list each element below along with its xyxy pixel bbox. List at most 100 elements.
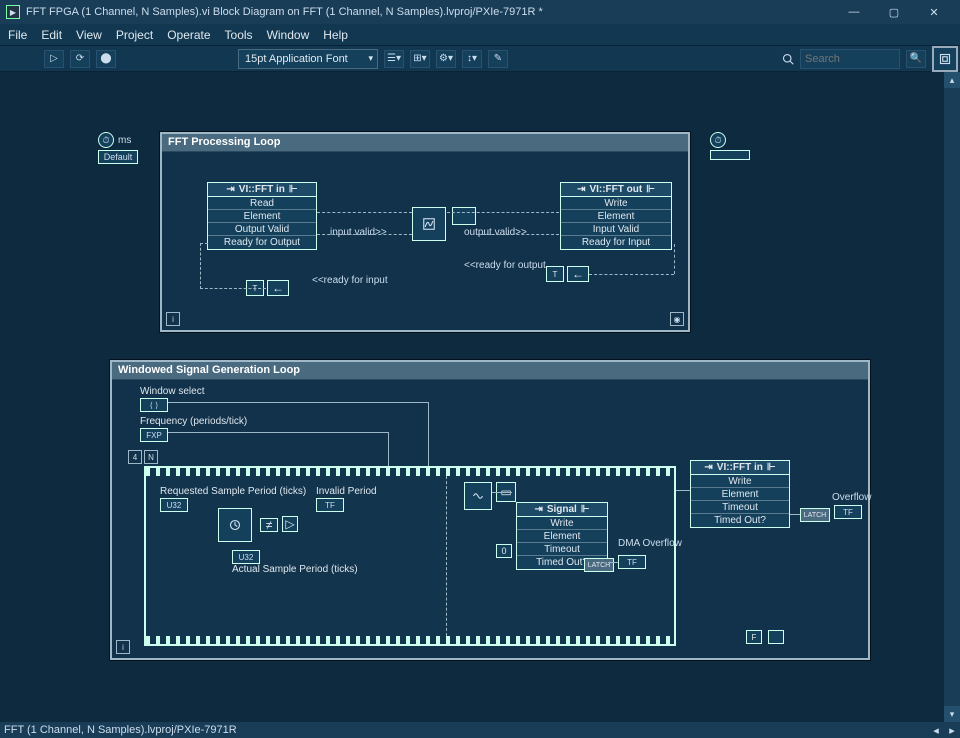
stop-terminal-box[interactable] — [768, 630, 784, 644]
search-input[interactable] — [800, 49, 900, 69]
fft-out-node[interactable]: ⇥VI::FFT out⊩ Write Element Input Valid … — [560, 182, 672, 250]
loop-iteration-terminal[interactable]: i — [166, 312, 180, 326]
loop2-title: Windowed Signal Generation Loop — [112, 362, 868, 380]
menu-operate[interactable]: Operate — [167, 28, 210, 42]
loop-condition-terminal[interactable]: ◉ — [670, 312, 684, 326]
overflow-terminal: TF — [834, 505, 862, 519]
window-select-terminal: ⟨ ⟩ — [140, 398, 168, 412]
menu-view[interactable]: View — [76, 28, 102, 42]
actual-period-indicator[interactable]: U32 Actual Sample Period (ticks) — [232, 550, 358, 575]
scroll-up-button[interactable]: ▴ — [944, 72, 960, 88]
statusbar: FFT (1 Channel, N Samples).lvproj/PXIe-7… — [0, 722, 960, 738]
fft-in-element: Element — [208, 210, 316, 223]
window-select-label: Window select — [140, 386, 204, 397]
actual-period-label: Actual Sample Period (ticks) — [232, 564, 358, 575]
abort-button[interactable]: ⬤ — [96, 50, 116, 68]
dma-overflow-terminal: TF — [618, 555, 646, 569]
fft-processing-loop[interactable]: FFT Processing Loop ⇥VI::FFT in⊩ Read El… — [160, 132, 690, 332]
frequency-label: Frequency (periods/tick) — [140, 416, 247, 427]
menu-tools[interactable]: Tools — [225, 28, 253, 42]
latch-node-2[interactable]: LATCH — [800, 508, 830, 522]
sine-node[interactable] — [464, 482, 492, 510]
fft-in-fifo-node[interactable]: ⇥VI::FFT in⊩ Write Element Timeout Timed… — [690, 460, 790, 528]
timer-icon: ⏱ — [710, 132, 726, 148]
distribute-button[interactable]: ⊞▾ — [410, 50, 430, 68]
loop-timer-node[interactable] — [218, 508, 252, 542]
fft-in-node[interactable]: ⇥VI::FFT in⊩ Read Element Output Valid R… — [207, 182, 317, 250]
scroll-down-button[interactable]: ▾ — [944, 706, 960, 722]
scroll-left-button[interactable]: ◂ — [928, 722, 944, 738]
fft-function-node[interactable] — [412, 207, 446, 241]
input-valid-label: input valid>> — [330, 227, 387, 238]
requested-period-label: Requested Sample Period (ticks) — [160, 486, 306, 497]
run-button[interactable]: ▷ — [44, 50, 64, 68]
dma-overflow-indicator[interactable]: TF — [618, 554, 646, 569]
window-select-control[interactable]: Window select ⟨ ⟩ — [140, 386, 204, 412]
windowed-signal-loop[interactable]: Windowed Signal Generation Loop Window s… — [110, 360, 870, 660]
signal-element: Element — [517, 530, 607, 543]
run-continuous-button[interactable]: ⟳ — [70, 50, 90, 68]
reorder-button[interactable]: ↕▾ — [462, 50, 482, 68]
output-valid-label: output valid>> — [464, 227, 527, 238]
frequency-terminal: FXP — [140, 428, 168, 442]
feedback-init-right[interactable]: T — [546, 266, 564, 282]
block-diagram-canvas[interactable]: ⏱ ms Default ⏱ FFT Processing Loop ⇥VI::… — [0, 72, 944, 722]
vi-icon[interactable] — [932, 46, 958, 72]
menu-file[interactable]: File — [8, 28, 27, 42]
aux-node[interactable] — [452, 207, 476, 225]
compare-node[interactable]: ≠ — [260, 518, 278, 532]
default-label-box[interactable]: Default — [98, 150, 138, 164]
for-n-terminal-outer[interactable]: 4 — [128, 450, 142, 464]
ready-for-output-label: <<ready for output — [464, 260, 546, 271]
bool-constant-f[interactable]: F — [746, 630, 762, 644]
ms-label: ms — [118, 135, 131, 146]
fft-out-ready: Ready for Input — [561, 236, 671, 249]
timer-right-box — [710, 150, 750, 160]
invalid-period-indicator[interactable]: Invalid Period TF — [316, 486, 377, 512]
invalid-period-label: Invalid Period — [316, 486, 377, 497]
feedback-node-left[interactable]: ← — [267, 280, 289, 296]
loop-title: FFT Processing Loop — [162, 134, 688, 152]
triangle-node[interactable]: ▷ — [282, 516, 298, 532]
for-n-terminal[interactable]: N — [144, 450, 158, 464]
menu-edit[interactable]: Edit — [41, 28, 62, 42]
close-button[interactable]: ✕ — [914, 0, 954, 24]
frequency-control[interactable]: Frequency (periods/tick) FXP — [140, 416, 247, 442]
fft-out-element: Element — [561, 210, 671, 223]
requested-period-terminal: U32 — [160, 498, 188, 512]
search-go-icon[interactable]: 🔍 — [906, 50, 926, 68]
fft-in2-timeout: Timeout — [691, 501, 789, 514]
vertical-scrollbar[interactable]: ▴ ▾ — [944, 72, 960, 722]
minimize-button[interactable]: — — [834, 0, 874, 24]
toolbar: ▷ ⟳ ⬤ 15pt Application Font ☰▾ ⊞▾ ⚙▾ ↕▾ … — [0, 46, 960, 72]
align-button[interactable]: ☰▾ — [384, 50, 404, 68]
cleanup-button[interactable]: ✎ — [488, 50, 508, 68]
fft-in-output-valid: Output Valid — [208, 223, 316, 236]
maximize-button[interactable]: ▢ — [874, 0, 914, 24]
menu-help[interactable]: Help — [323, 28, 348, 42]
timer-right: ⏱ — [710, 132, 750, 160]
clock-icon — [229, 519, 241, 531]
actual-period-terminal: U32 — [232, 550, 260, 564]
font-select-label: 15pt Application Font — [245, 53, 348, 65]
menu-window[interactable]: Window — [267, 28, 310, 42]
timer-icon: ⏱ — [98, 132, 114, 148]
latch-node-1[interactable]: LATCH — [584, 558, 614, 572]
dma-overflow-label: DMA Overflow — [618, 538, 682, 549]
scroll-right-button[interactable]: ▸ — [944, 722, 960, 738]
titlebar: ▶ FFT FPGA (1 Channel, N Samples).vi Blo… — [0, 0, 960, 24]
loop2-iteration-terminal[interactable]: i — [116, 640, 130, 654]
menu-project[interactable]: Project — [116, 28, 153, 42]
fft-in-read: Read — [208, 197, 316, 210]
resize-button[interactable]: ⚙▾ — [436, 50, 456, 68]
zero-constant[interactable]: 0 — [496, 544, 512, 558]
ms-terminal: ⏱ ms Default — [98, 132, 138, 164]
font-select[interactable]: 15pt Application Font — [238, 49, 378, 69]
feedback-node-right[interactable]: ← — [567, 266, 589, 282]
fft-out-input-valid: Input Valid — [561, 223, 671, 236]
sine-icon — [472, 490, 484, 502]
default-label: Default — [104, 152, 133, 162]
overflow-indicator[interactable]: TF — [834, 504, 862, 519]
sequence-structure[interactable]: Requested Sample Period (ticks) U32 ≠ ▷ … — [144, 466, 676, 646]
fft-in2-timedout: Timed Out? — [691, 514, 789, 527]
